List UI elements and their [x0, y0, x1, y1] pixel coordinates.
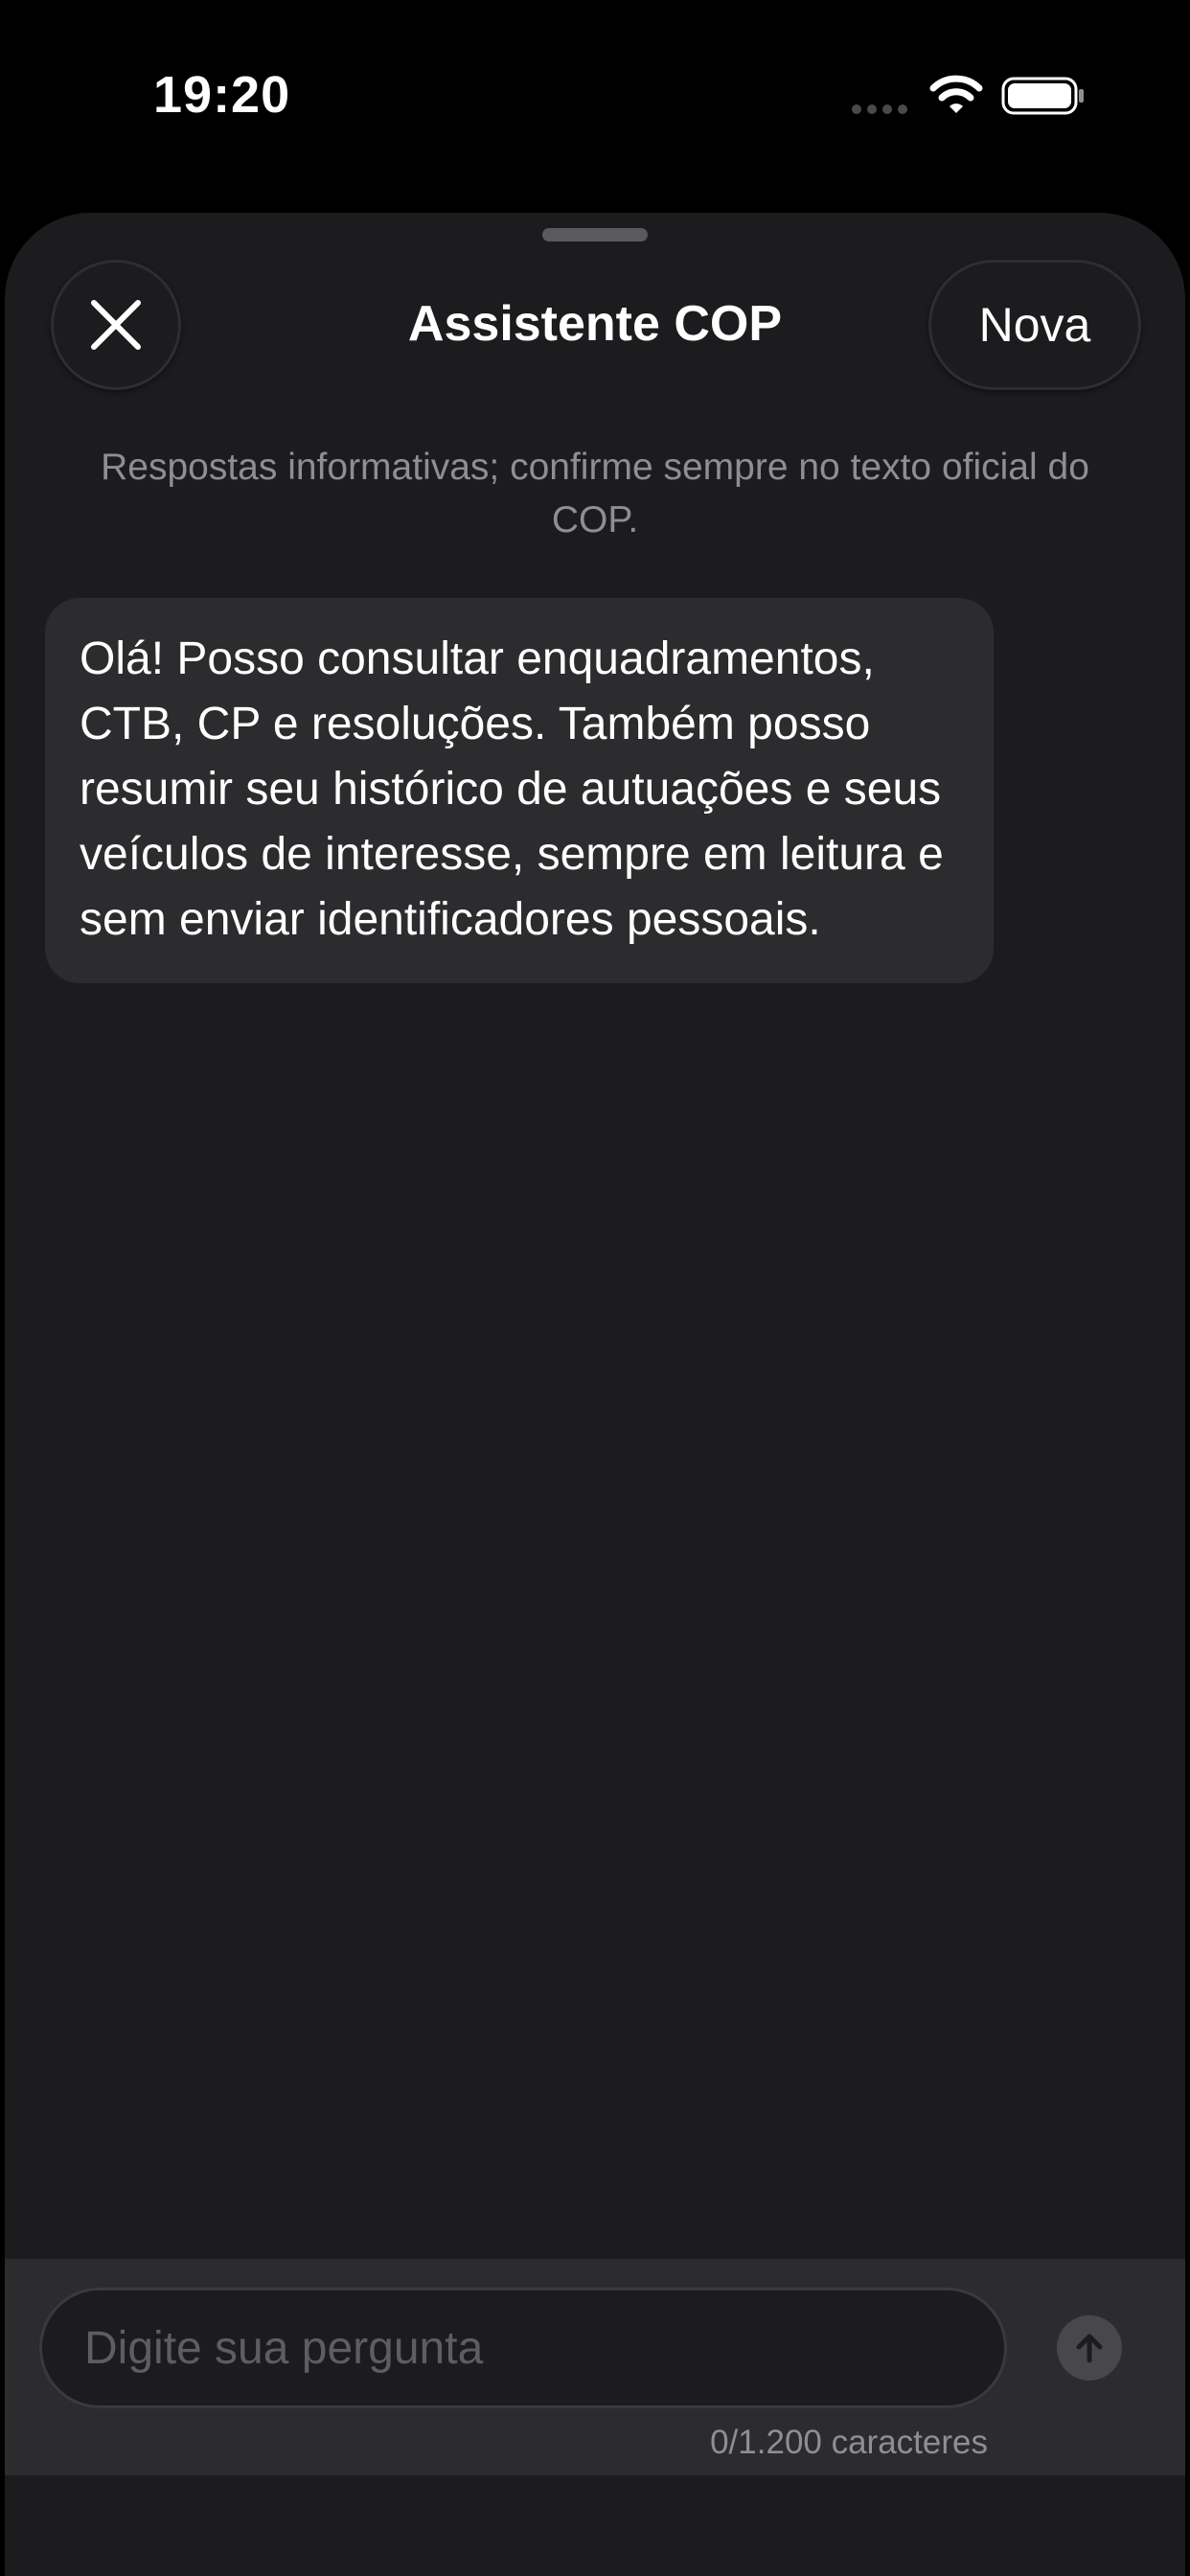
composer-bar: 0/1.200 caracteres [5, 2259, 1185, 2475]
sheet-grabber[interactable] [542, 228, 648, 242]
character-counter: 0/1.200 caracteres [710, 2424, 988, 2461]
close-button[interactable] [51, 260, 181, 390]
disclaimer-text: Respostas informativas; confirme sempre … [101, 447, 1089, 540]
app-screen: 19:20 Assistente COP Nova Respostas info… [0, 0, 1190, 2576]
new-conversation-button[interactable]: Nova [928, 260, 1141, 390]
send-button[interactable] [1057, 2315, 1122, 2380]
battery-icon [1001, 77, 1084, 115]
close-icon [91, 300, 141, 350]
assistant-message-bubble: Olá! Posso consultar enquadramentos, CTB… [45, 598, 994, 983]
arrow-up-icon [1076, 2334, 1103, 2363]
status-bar: 19:20 [0, 0, 1190, 192]
assistant-message-text: Olá! Posso consultar enquadramentos, CTB… [80, 633, 944, 945]
cellular-signal-icon [852, 104, 907, 114]
wifi-icon [929, 75, 983, 113]
question-input[interactable] [39, 2288, 1007, 2408]
assistant-sheet: Assistente COP Nova Respostas informativ… [5, 213, 1185, 2576]
sheet-title: Assistente COP [407, 296, 783, 352]
status-time: 19:20 [153, 66, 291, 124]
